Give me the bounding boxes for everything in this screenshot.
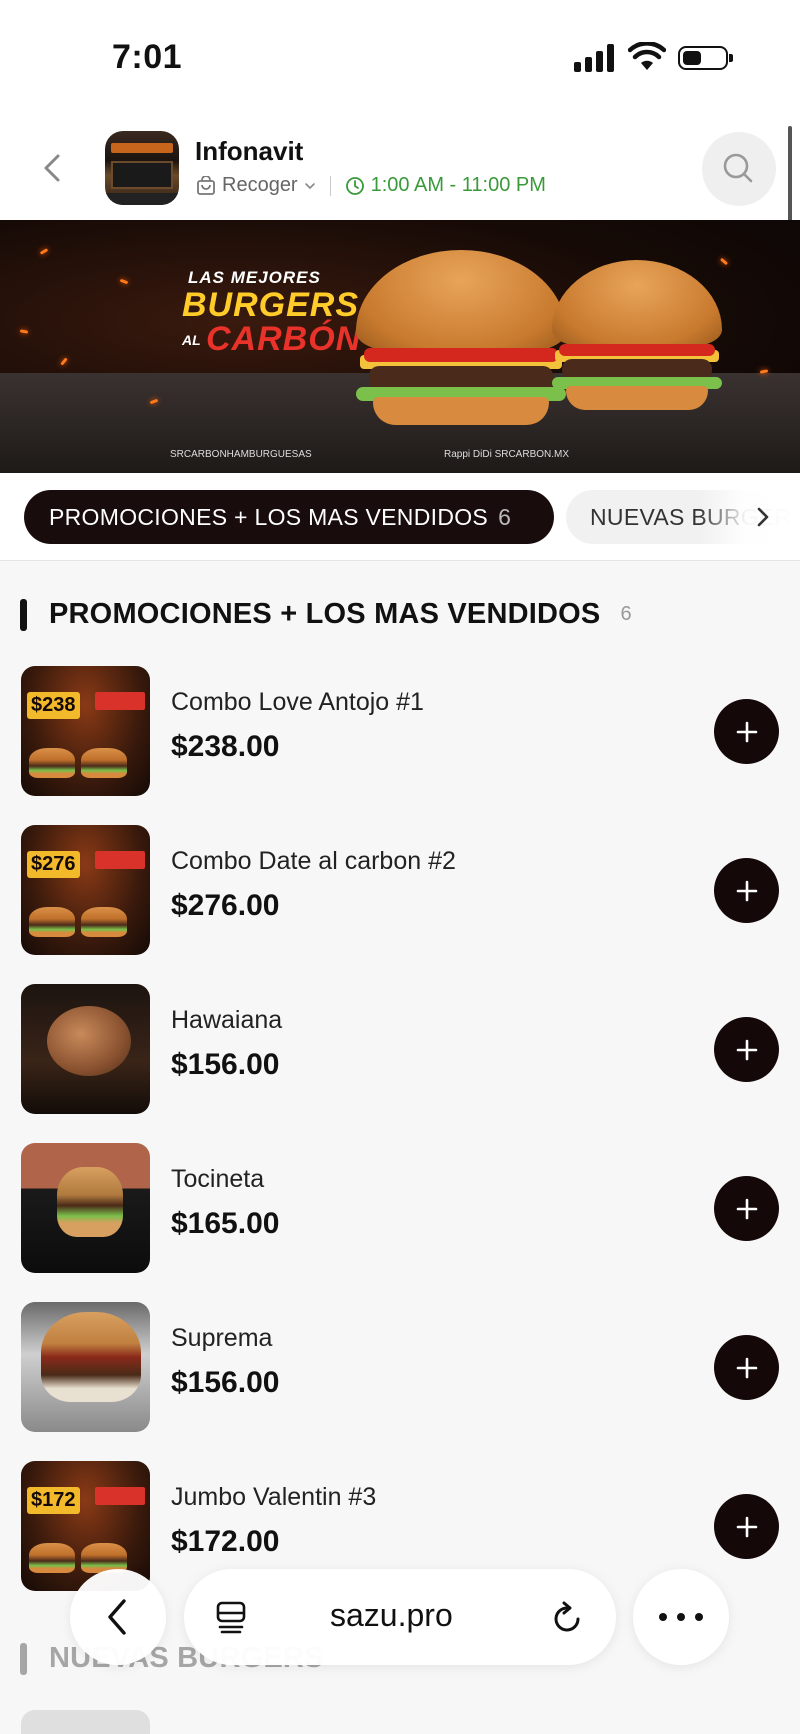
thumbnail-price-tag: $276 bbox=[27, 851, 80, 878]
wifi-icon bbox=[628, 42, 666, 70]
battery-icon bbox=[678, 46, 733, 70]
status-bar: 7:01 bbox=[0, 0, 800, 118]
scroll-indicator[interactable] bbox=[788, 126, 792, 222]
banner-footer: SRCARBONHAMBURGUESAS Rappi DiDi SRCARBON… bbox=[0, 445, 800, 465]
menu-item[interactable]: $238 Combo Love Antojo #1 $238.00 bbox=[0, 666, 800, 825]
banner-headline-3: CARBÓN bbox=[206, 320, 362, 358]
banner-social-handle: SRCARBONHAMBURGUESAS bbox=[170, 449, 312, 460]
reload-icon[interactable] bbox=[550, 1597, 586, 1637]
menu-item[interactable]: Tocineta $165.00 bbox=[0, 1143, 800, 1302]
plus-icon bbox=[736, 880, 757, 901]
add-item-button[interactable] bbox=[714, 1494, 779, 1559]
back-chevron-icon bbox=[108, 1599, 126, 1635]
section-marker bbox=[20, 598, 27, 631]
item-name: Combo Date al carbon #2 bbox=[171, 847, 456, 875]
plus-icon bbox=[736, 1198, 757, 1219]
section-marker bbox=[20, 1642, 27, 1675]
clock-icon bbox=[345, 176, 364, 195]
meta-divider bbox=[329, 175, 331, 196]
item-price: $156.00 bbox=[171, 1048, 280, 1081]
plus-icon bbox=[736, 1039, 757, 1060]
item-thumbnail: $238 bbox=[21, 666, 150, 796]
bag-icon bbox=[197, 175, 215, 195]
back-chevron-icon[interactable] bbox=[36, 148, 68, 188]
item-name: Jumbo Valentin #3 bbox=[171, 1483, 377, 1511]
chevron-right-icon[interactable] bbox=[752, 505, 774, 529]
section-title: PROMOCIONES + LOS MAS VENDIDOS bbox=[49, 598, 601, 630]
pickup-mode-label[interactable]: Recoger bbox=[222, 174, 298, 197]
cellular-signal-icon bbox=[574, 44, 616, 72]
item-name: Hawaiana bbox=[171, 1006, 283, 1034]
browser-more-button[interactable] bbox=[633, 1569, 729, 1665]
plus-icon bbox=[736, 1516, 757, 1537]
store-name: Infonavit bbox=[195, 136, 304, 166]
category-tab-label: PROMOCIONES + LOS MAS VENDIDOS bbox=[49, 503, 489, 530]
search-icon bbox=[723, 153, 753, 183]
chips-fade bbox=[700, 490, 800, 544]
status-time: 7:01 bbox=[112, 38, 183, 76]
item-name: Tocineta bbox=[171, 1165, 265, 1193]
plus-icon bbox=[736, 1357, 757, 1378]
item-thumbnail bbox=[21, 984, 150, 1114]
add-item-button[interactable] bbox=[714, 1176, 779, 1241]
item-name: Suprema bbox=[171, 1324, 273, 1352]
url-text[interactable]: sazu.pro bbox=[330, 1597, 453, 1634]
more-icon bbox=[659, 1613, 703, 1621]
thumbnail-price-tag: $238 bbox=[27, 692, 80, 719]
item-thumbnail bbox=[21, 1302, 150, 1432]
store-hours: 1:00 AM - 11:00 PM bbox=[370, 174, 546, 196]
item-thumbnail: $276 bbox=[21, 825, 150, 955]
item-thumbnail bbox=[21, 1710, 150, 1734]
item-price: $276.00 bbox=[171, 889, 280, 922]
item-name: Combo Love Antojo #1 bbox=[171, 688, 424, 716]
category-tab-count: 6 bbox=[498, 503, 512, 530]
tabs-icon[interactable] bbox=[214, 1599, 248, 1635]
add-item-button[interactable] bbox=[714, 1335, 779, 1400]
item-price: $156.00 bbox=[171, 1366, 280, 1399]
banner-partners: Rappi DiDi SRCARBON.MX bbox=[444, 449, 570, 460]
add-item-button[interactable] bbox=[714, 699, 779, 764]
banner-headline-1: LAS MEJORES bbox=[188, 268, 321, 287]
store-header: Infonavit Recoger 1:00 AM - 11:00 PM bbox=[0, 118, 800, 220]
browser-address-bar[interactable]: sazu.pro bbox=[184, 1569, 616, 1665]
plus-icon bbox=[736, 721, 757, 742]
banner-headline-al: AL bbox=[182, 332, 201, 348]
category-tabs: PROMOCIONES + LOS MAS VENDIDOS 6 NUEVAS … bbox=[0, 473, 800, 561]
chevron-down-icon[interactable] bbox=[304, 180, 316, 192]
burger-image bbox=[552, 260, 722, 410]
store-avatar bbox=[105, 131, 179, 205]
store-meta: Recoger 1:00 AM - 11:00 PM bbox=[196, 174, 546, 197]
add-item-button[interactable] bbox=[714, 858, 779, 923]
browser-back-button[interactable] bbox=[70, 1569, 166, 1665]
store-banner: LAS MEJORES BURGERS AL CARBÓN SRCARBONHA… bbox=[0, 220, 800, 473]
item-price: $238.00 bbox=[171, 730, 280, 763]
item-thumbnail bbox=[21, 1143, 150, 1273]
item-price: $165.00 bbox=[171, 1207, 280, 1240]
menu-item[interactable]: Suprema $156.00 bbox=[0, 1302, 800, 1461]
thumbnail-price-tag: $172 bbox=[27, 1487, 80, 1514]
burger-image bbox=[356, 250, 566, 425]
category-tab-promociones[interactable]: PROMOCIONES + LOS MAS VENDIDOS 6 bbox=[24, 490, 554, 544]
menu-item[interactable]: $276 Combo Date al carbon #2 $276.00 bbox=[0, 825, 800, 984]
menu-item[interactable]: Hawaiana $156.00 bbox=[0, 984, 800, 1143]
add-item-button[interactable] bbox=[714, 1017, 779, 1082]
search-button[interactable] bbox=[702, 132, 776, 206]
section-header: PROMOCIONES + LOS MAS VENDIDOS 6 bbox=[20, 598, 632, 631]
item-price: $172.00 bbox=[171, 1525, 280, 1558]
section-count: 6 bbox=[620, 603, 632, 625]
